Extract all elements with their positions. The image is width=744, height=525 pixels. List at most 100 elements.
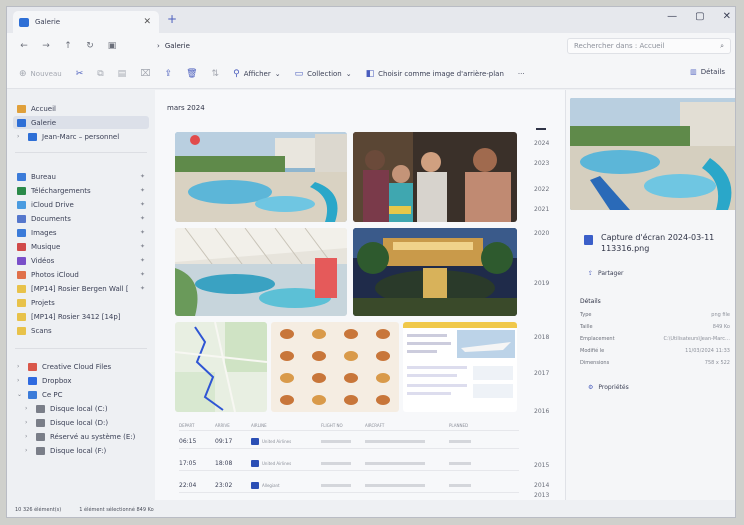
sidebar-item[interactable]: iCloud Drive ✦ [13,198,149,211]
property-value: 758 x 522 [704,360,730,366]
details-section-heading: Détails [580,298,601,305]
selection-info: 1 élément sélectionné 849 Ko [79,506,154,513]
minimize-icon[interactable]: — [667,11,677,22]
chevron-icon[interactable]: › [25,433,31,440]
sidebar-item[interactable]: Documents ✦ [13,212,149,225]
filter-button[interactable]: ⚲ Afficher ⌄ [233,69,281,79]
paste-button[interactable]: ▤ [118,69,127,79]
sidebar-item[interactable]: Images ✦ [13,226,149,239]
new-button[interactable]: ⊕ Nouveau [19,69,62,79]
timeline-year[interactable]: 2024 [534,140,549,147]
sidebar-item[interactable]: Vidéos ✦ [13,254,149,267]
photo-family[interactable] [353,132,517,222]
sidebar-item[interactable]: Projets [13,296,149,309]
collection-button[interactable]: ▭ Collection ⌄ [295,69,352,79]
food-item [376,395,390,405]
year-timeline[interactable]: 2024 2023 2022 2021 2020 2019 2018 2017 2016 2015… [530,90,560,500]
sidebar-item[interactable]: [MP14] Rosier Bergen Wall [✦ [13,282,149,295]
delete-button[interactable]: 🗑 [186,69,197,79]
photo-resort-pool[interactable] [175,132,347,222]
folder-icon [17,298,26,307]
photo-map[interactable] [175,322,267,412]
sidebar-item[interactable]: Musique ✦ [13,240,149,253]
property-key: Emplacement [580,336,615,342]
sidebar-item[interactable]: › Jean-Marc – personnel [13,130,149,143]
flight-number-placeholder [321,440,351,443]
chevron-icon[interactable]: › [25,405,31,412]
planned-placeholder [449,440,471,443]
new-tab-icon[interactable]: + [167,12,177,26]
sidebar-item-label: Bureau [31,172,56,181]
rename-button[interactable]: ⌧ [140,69,150,79]
timeline-year[interactable]: 2017 [534,370,549,377]
back-icon[interactable]: ← [13,41,35,51]
breadcrumb[interactable]: › Galerie [157,39,557,53]
timeline-year[interactable]: 2016 [534,408,549,415]
timeline-year[interactable]: 2013 [534,492,549,499]
chevron-icon[interactable]: › [17,377,23,384]
sort-button[interactable]: ⇅ [212,69,220,79]
copy-button[interactable]: ⧉ [97,69,103,79]
close-icon[interactable]: ✕ [143,17,151,27]
sidebar-item[interactable]: › Réservé au système (E:) [13,430,149,443]
sidebar-item[interactable]: Photos iCloud ✦ [13,268,149,281]
sidebar-item[interactable]: › Disque local (C:) [13,402,149,415]
chevron-icon[interactable]: › [25,447,31,454]
search-input[interactable]: Rechercher dans : Accueil ⌕ [567,38,731,54]
cut-button[interactable]: ✂ [76,69,84,79]
timeline-year[interactable]: 2021 [534,206,549,213]
timeline-year[interactable]: 2023 [534,160,549,167]
sidebar-item[interactable]: › Disque local (F:) [13,444,149,457]
share-button[interactable]: ⇪ [165,69,173,79]
property-value: 11/03/2024 11:33 [685,348,730,354]
timeline-year[interactable]: 2019 [534,280,549,287]
sidebar-item[interactable]: [MP14] Rosier 3412 [14p] [13,310,149,323]
sidebar-item[interactable]: ⌄ Ce PC [13,388,149,401]
timeline-year[interactable]: 2014 [534,482,549,489]
tab-galerie[interactable]: Galerie ✕ [13,11,159,33]
photo-indoor-pool[interactable] [175,228,347,316]
close-window-icon[interactable]: ✕ [723,11,731,22]
chevron-icon[interactable]: › [17,363,23,370]
tab-title: Galerie [35,18,61,26]
gallery-view: mars 2024 DEPART ARRIVE AIRLINE FLIGHT N… [155,90,565,510]
photo-flight-page[interactable] [403,322,517,412]
preview-image [570,98,735,210]
sidebar-item[interactable]: Téléchargements ✦ [13,184,149,197]
details-pane: Capture d'écran 2024-03-11 113316.png ⇪ … [565,90,735,500]
details-button[interactable]: ▥ Détails [690,68,725,76]
sidebar-item[interactable]: › Creative Cloud Files [13,360,149,373]
arrive-time: 09:17 [215,438,233,445]
forward-icon[interactable]: → [35,41,57,51]
properties-button[interactable]: ⚙ Propriétés [588,384,629,391]
sidebar-item[interactable]: Bureau ✦ [13,170,149,183]
chevron-icon[interactable]: › [25,419,31,426]
food-item [280,351,294,361]
share-link[interactable]: ⇪ Partager [588,270,624,277]
timeline-year[interactable]: 2022 [534,186,549,193]
photo-hotel-night[interactable] [353,228,517,316]
food-item [376,351,390,361]
flight-number-placeholder [321,462,351,465]
new-label: Nouveau [30,69,62,78]
timeline-year[interactable]: 2020 [534,230,549,237]
flight-header-cell: AIRLINE [251,423,267,428]
more-button[interactable]: ··· [518,70,525,78]
set-background-button[interactable]: ◧ Choisir comme image d'arrière-plan [366,69,504,79]
chevron-icon[interactable]: ⌄ [17,391,23,398]
sidebar-item[interactable]: Accueil [13,102,149,115]
timeline-year[interactable]: 2018 [534,334,549,341]
up-icon[interactable]: ↑ [57,41,79,51]
breadcrumb-item[interactable]: Galerie [165,42,190,50]
photo-menu[interactable] [271,322,399,412]
maximize-icon[interactable]: ▢ [695,11,704,22]
sidebar-item[interactable]: › Disque local (D:) [13,416,149,429]
chevron-icon[interactable]: › [17,133,23,140]
aircraft-placeholder [365,484,425,487]
refresh-icon[interactable]: ↻ [79,41,101,51]
airline-cell: Allegiant [251,482,321,489]
sidebar-item[interactable]: › Dropbox [13,374,149,387]
timeline-year[interactable]: 2015 [534,462,549,469]
sidebar-item[interactable]: Galerie [13,116,149,129]
sidebar-item[interactable]: Scans [13,324,149,337]
